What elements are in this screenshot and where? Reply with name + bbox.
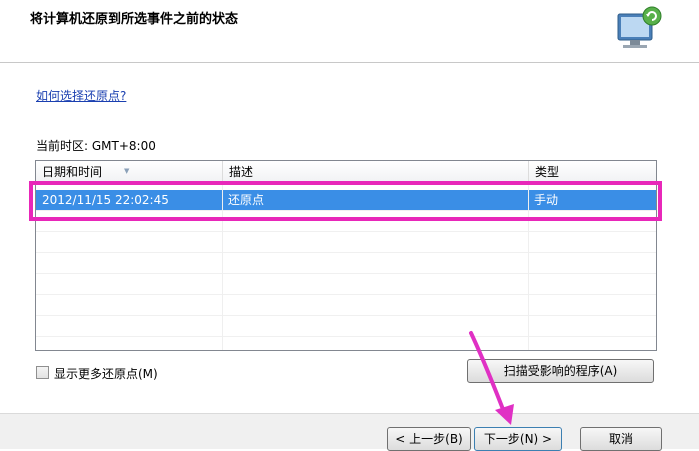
header-separator bbox=[0, 62, 699, 63]
how-to-choose-restore-point-link[interactable]: 如何选择还原点? bbox=[36, 87, 126, 104]
page-title: 将计算机还原到所选事件之前的状态 bbox=[30, 12, 239, 27]
empty-row bbox=[36, 232, 656, 253]
column-header-date-label: 日期和时间 bbox=[42, 165, 103, 179]
empty-row bbox=[36, 274, 656, 295]
next-button[interactable]: 下一步(N) > bbox=[474, 427, 562, 451]
back-button[interactable]: < 上一步(B) bbox=[387, 427, 471, 451]
show-more-restore-points-label: 显示更多还原点(M) bbox=[54, 367, 158, 381]
cancel-button[interactable]: 取消 bbox=[580, 427, 662, 451]
column-header-date[interactable]: 日期和时间 ▼ bbox=[36, 161, 222, 182]
annotation-highlight-box bbox=[29, 181, 662, 221]
empty-row bbox=[36, 253, 656, 274]
empty-row bbox=[36, 295, 656, 316]
table-header: 日期和时间 ▼ 描述 类型 bbox=[36, 161, 656, 183]
show-more-restore-points-checkbox[interactable] bbox=[36, 366, 49, 379]
column-header-description[interactable]: 描述 bbox=[222, 161, 528, 182]
sort-indicator-icon: ▼ bbox=[124, 167, 130, 175]
scan-affected-programs-button[interactable]: 扫描受影响的程序(A) bbox=[467, 359, 654, 383]
timezone-label: 当前时区: GMT+8:00 bbox=[36, 139, 156, 153]
system-restore-monitor-icon bbox=[617, 6, 662, 48]
wizard-header: 将计算机还原到所选事件之前的状态 bbox=[0, 0, 699, 60]
column-header-type[interactable]: 类型 bbox=[528, 161, 656, 182]
empty-row bbox=[36, 316, 656, 337]
